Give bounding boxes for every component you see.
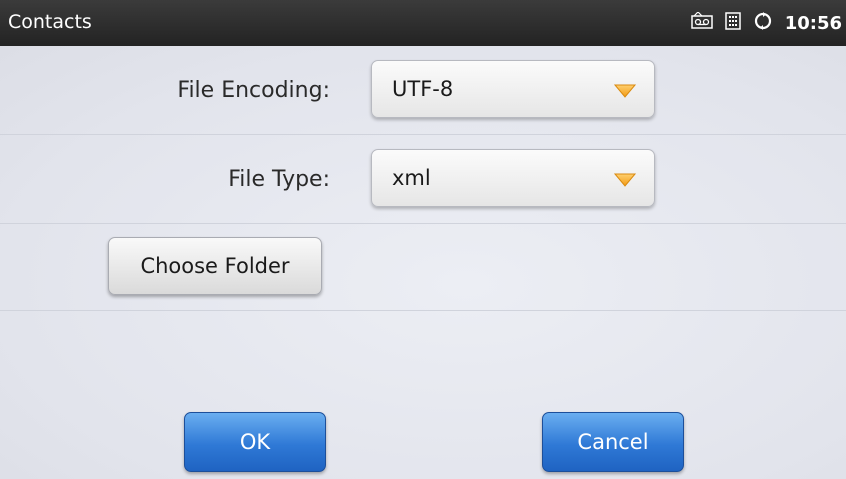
- file-type-dropdown[interactable]: xml: [371, 149, 655, 207]
- divider: [0, 223, 846, 224]
- divider: [0, 134, 846, 135]
- sync-icon: [753, 11, 773, 35]
- status-bar: Contacts 10:56: [0, 0, 846, 46]
- file-type-value: xml: [392, 166, 431, 190]
- export-contacts-form: File Encoding: UTF-8 File Type: xml Choo…: [0, 46, 846, 479]
- file-type-label: File Type:: [228, 167, 330, 192]
- divider: [0, 310, 846, 311]
- dropdown-arrow-icon: [613, 83, 637, 102]
- file-encoding-label: File Encoding:: [177, 78, 330, 103]
- file-encoding-dropdown[interactable]: UTF-8: [371, 60, 655, 118]
- choose-folder-button[interactable]: Choose Folder: [108, 237, 322, 295]
- ok-button[interactable]: OK: [184, 412, 326, 472]
- voicemail-icon: [690, 11, 713, 34]
- keypad-icon: [724, 12, 741, 34]
- app-title: Contacts: [8, 11, 92, 33]
- status-icons: 10:56: [690, 0, 842, 46]
- cancel-button[interactable]: Cancel: [542, 412, 684, 472]
- dropdown-arrow-icon: [613, 172, 637, 191]
- clock: 10:56: [784, 12, 842, 34]
- file-encoding-value: UTF-8: [392, 77, 454, 101]
